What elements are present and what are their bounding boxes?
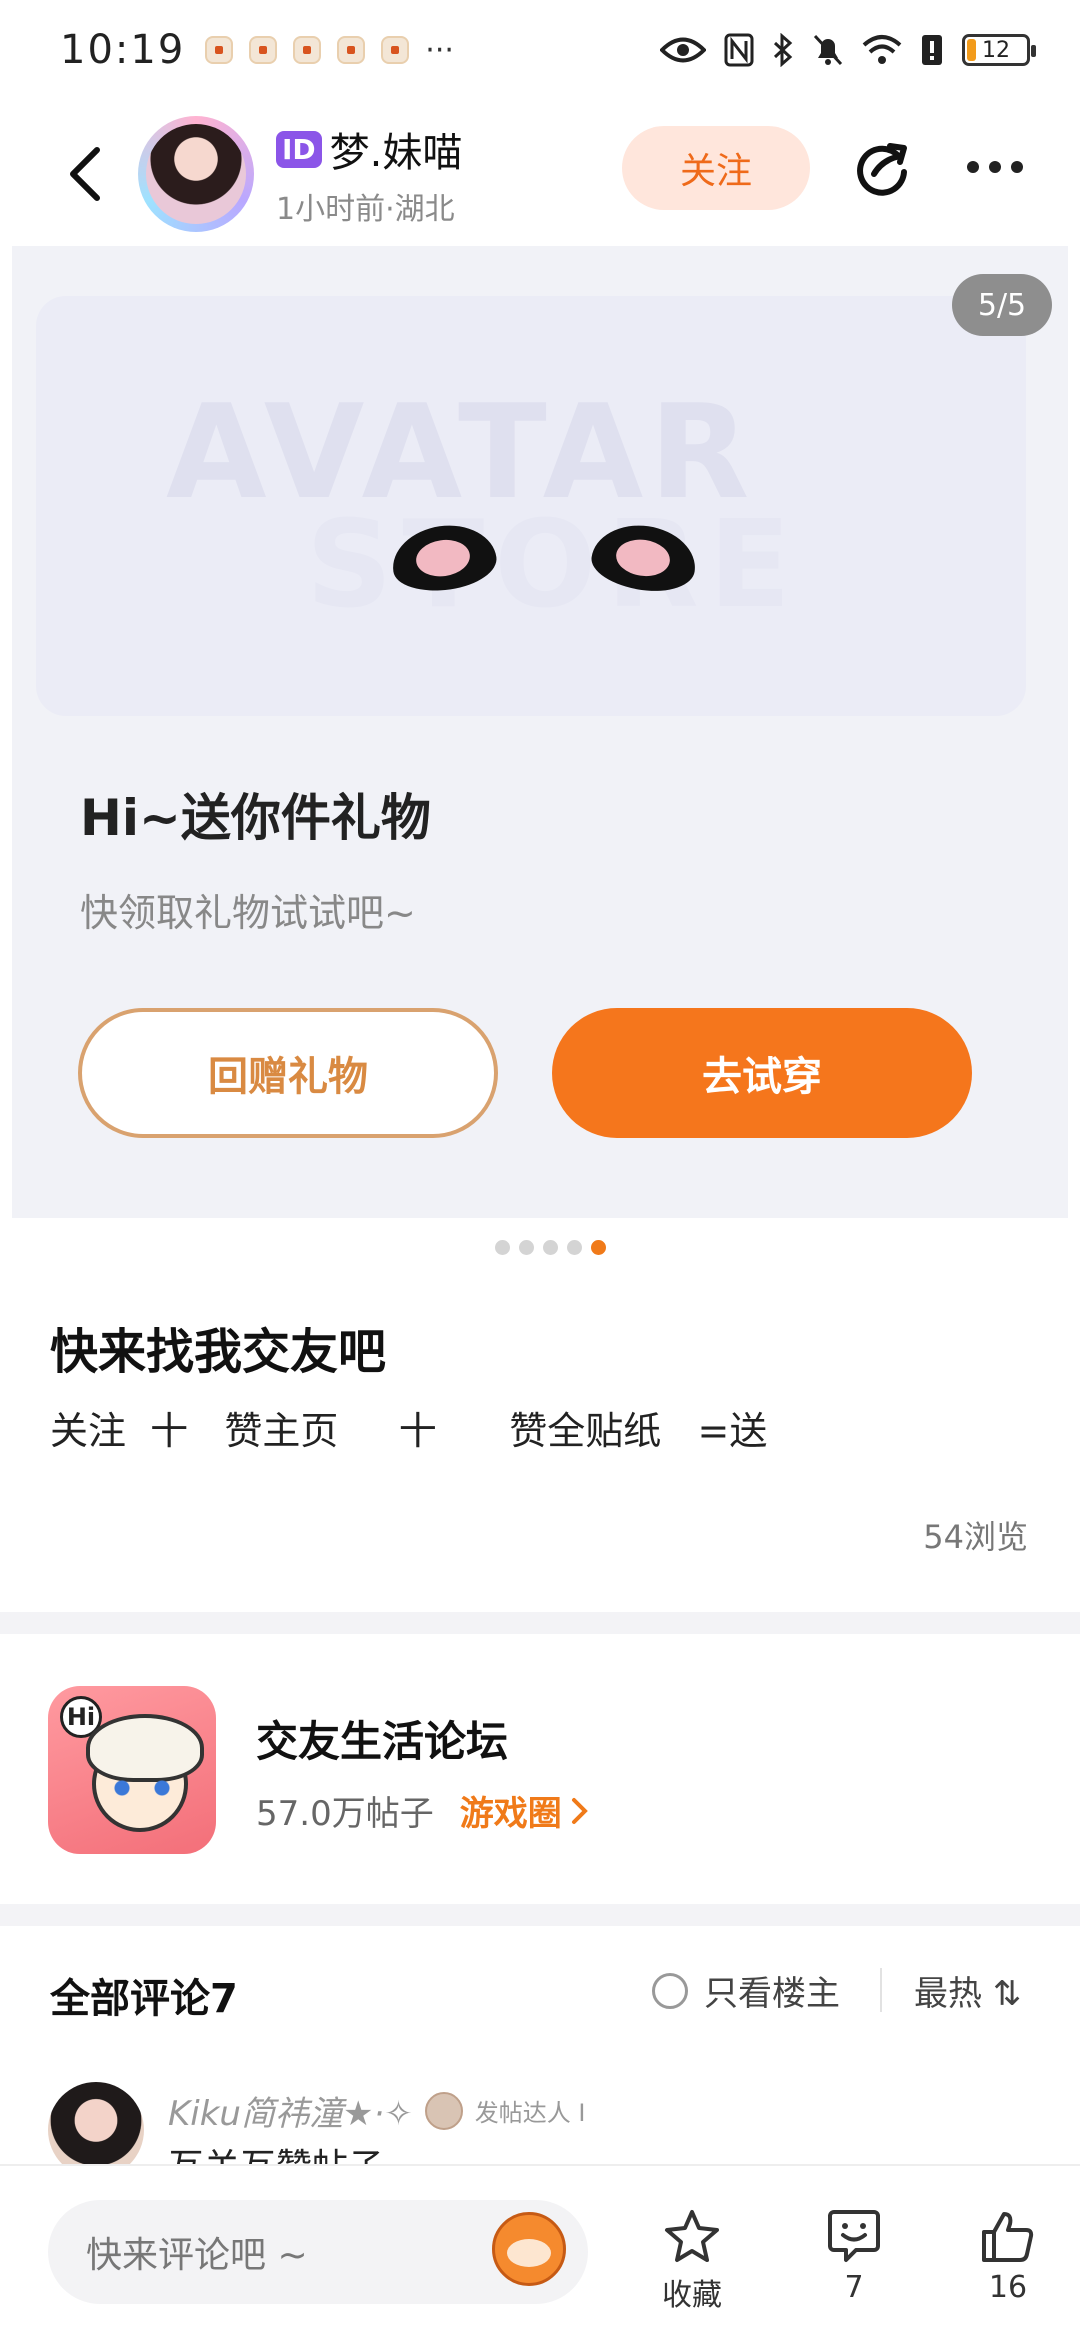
more-dot <box>967 161 979 173</box>
comment-user-row: Kiku简祎潼★·✧ 发帖达人 I <box>168 2086 585 2135</box>
carousel-dot-active <box>590 1240 606 1255</box>
status-bar: 10:19 ··· 12 <box>0 0 1080 100</box>
app-notification-icon <box>381 36 410 64</box>
forum-name[interactable]: 交友生活论坛 <box>256 1708 508 1769</box>
more-dot <box>1011 161 1023 173</box>
chevron-right-icon <box>571 1797 588 1824</box>
more-options-button[interactable] <box>952 124 1038 210</box>
comment-button[interactable]: 7 <box>794 2208 914 2305</box>
carousel-dot <box>518 1240 534 1255</box>
bluetooth-icon <box>773 33 793 67</box>
follow-button[interactable]: 关注 <box>622 126 810 210</box>
bottom-action-bar: 快来评论吧 ~ 收藏 7 16 <box>0 2164 1080 2340</box>
comment-username[interactable]: Kiku简祎潼★·✧ <box>168 2086 413 2135</box>
app-notification-icon <box>337 36 366 64</box>
more-dot <box>989 161 1001 173</box>
post-title: 快来找我交友吧 <box>50 1324 387 1380</box>
forum-icon[interactable]: Hi <box>48 1686 216 1854</box>
back-arrow-icon <box>70 147 100 201</box>
app-notification-icon <box>205 36 234 64</box>
sort-button[interactable]: 最热 ⇅ <box>914 1966 1021 2015</box>
post-header: ID 梦.妹喵 1小时前·湖北 关注 <box>0 100 1080 248</box>
carousel-indicator <box>0 1240 1080 1255</box>
comment-input-placeholder: 快来评论吧 ~ <box>86 2235 308 2276</box>
forum-category-link[interactable]: 游戏圈 <box>460 1786 590 1835</box>
comment-input[interactable]: 快来评论吧 ~ <box>48 2200 588 2304</box>
thumbs-up-icon <box>982 2212 1034 2262</box>
favorite-label: 收藏 <box>662 2278 722 2313</box>
radio-icon <box>652 1972 688 2009</box>
like-button[interactable]: 16 <box>948 2208 1068 2305</box>
avatar-store-banner: AVATAR STORE <box>36 296 1026 716</box>
comments-title: 全部评论7 <box>50 1976 238 2022</box>
forum-mascot-face <box>86 1714 204 1832</box>
section-divider <box>0 1612 1080 1634</box>
status-time: 10:19 <box>60 27 186 73</box>
section-divider <box>0 1904 1080 1926</box>
image-counter: 5/5 <box>952 274 1052 336</box>
divider <box>880 1968 882 2012</box>
only-op-toggle[interactable]: 只看楼主 <box>652 1966 840 2015</box>
badge-icon <box>424 2091 463 2130</box>
forum-stats: 57.0万帖子 游戏圈 <box>256 1786 590 1835</box>
comment-bubble-icon <box>828 2210 880 2262</box>
comment-count: 7 <box>844 2270 864 2305</box>
return-gift-button: 回赠礼物 <box>78 1008 498 1138</box>
post-image[interactable]: AVATAR STORE 5/5 Hi~送你件礼物 快领取礼物试试吧~ 回赠礼物… <box>12 246 1068 1218</box>
app-notification-icon <box>293 36 322 64</box>
carousel-dot <box>542 1240 558 1255</box>
favorite-button[interactable]: 收藏 <box>632 2208 752 2314</box>
comment-badge: 发帖达人 I <box>474 2099 586 2127</box>
author-avatar[interactable] <box>138 116 254 232</box>
id-badge: ID <box>276 130 322 168</box>
notification-icons <box>205 36 410 64</box>
battery-icon: 12 <box>962 34 1036 66</box>
banner-watermark: STORE <box>306 496 801 635</box>
author-name[interactable]: 梦.妹喵 <box>330 120 463 178</box>
gift-title: Hi~送你件礼物 <box>80 789 431 847</box>
wifi-icon <box>862 35 902 64</box>
app-notification-icon <box>249 36 278 64</box>
share-button[interactable] <box>840 124 926 210</box>
author-info: ID 梦.妹喵 1小时前·湖北 <box>276 120 462 228</box>
star-icon <box>665 2210 719 2262</box>
try-on-button: 去试穿 <box>552 1008 972 1138</box>
forum-category-label: 游戏圈 <box>459 1794 562 1834</box>
alert-icon <box>922 35 942 65</box>
only-op-label: 只看楼主 <box>704 1974 840 2014</box>
forum-post-count: 57.0万帖子 <box>256 1794 434 1834</box>
system-icons: 12 <box>660 33 1036 67</box>
back-button[interactable] <box>40 129 130 219</box>
avatar-image <box>146 124 246 224</box>
eye-icon <box>660 37 706 63</box>
mute-icon <box>813 34 843 66</box>
carousel-dot <box>566 1240 582 1255</box>
view-count: 54浏览 <box>923 1518 1028 1556</box>
more-notifications-icon: ··· <box>425 32 454 68</box>
battery-level: 12 <box>982 37 1010 63</box>
post-meta: 1小时前·湖北 <box>276 192 455 227</box>
carousel-dot <box>494 1240 510 1255</box>
gift-subtitle: 快领取礼物试试吧~ <box>80 891 416 935</box>
nfc-icon <box>724 33 754 67</box>
post-body: 关注 十 赞主页 十 赞全贴纸 =送 <box>50 1409 768 1453</box>
share-icon <box>857 143 907 196</box>
like-count: 16 <box>988 2270 1028 2305</box>
mascot-emoji-icon[interactable] <box>492 2212 566 2286</box>
